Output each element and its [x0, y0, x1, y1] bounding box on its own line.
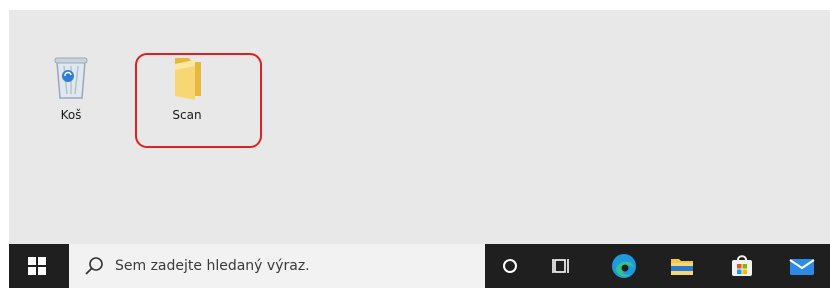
- task-view-icon: [552, 259, 569, 273]
- mail-button[interactable]: [779, 244, 825, 288]
- taskbar: Sem zadejte hledaný výraz.: [9, 244, 830, 288]
- search-placeholder: Sem zadejte hledaný výraz.: [115, 258, 310, 274]
- desktop-icon-scan-folder[interactable]: Scan: [147, 52, 227, 142]
- microsoft-store-icon: [732, 255, 752, 276]
- scan-folder-label: Scan: [172, 108, 202, 122]
- desktop-icon-recycle-bin[interactable]: Koš: [31, 52, 111, 142]
- cortana-button[interactable]: [487, 244, 533, 288]
- recycle-bin-label: Koš: [60, 108, 82, 122]
- task-view-button[interactable]: [539, 244, 585, 288]
- cortana-icon: [503, 259, 517, 273]
- mail-icon: [789, 259, 815, 275]
- edge-icon: [612, 254, 636, 278]
- edge-button[interactable]: [601, 244, 647, 288]
- recycle-bin-icon: [54, 57, 88, 99]
- file-explorer-icon: [671, 259, 693, 275]
- file-explorer-button[interactable]: [659, 244, 705, 288]
- search-input[interactable]: Sem zadejte hledaný výraz.: [69, 244, 485, 288]
- windows-logo-icon: [28, 257, 46, 275]
- search-icon: [85, 257, 103, 275]
- folder-icon: [175, 58, 201, 100]
- desktop: Koš Scan: [9, 10, 830, 244]
- start-button[interactable]: [9, 244, 65, 288]
- microsoft-store-button[interactable]: [719, 244, 765, 288]
